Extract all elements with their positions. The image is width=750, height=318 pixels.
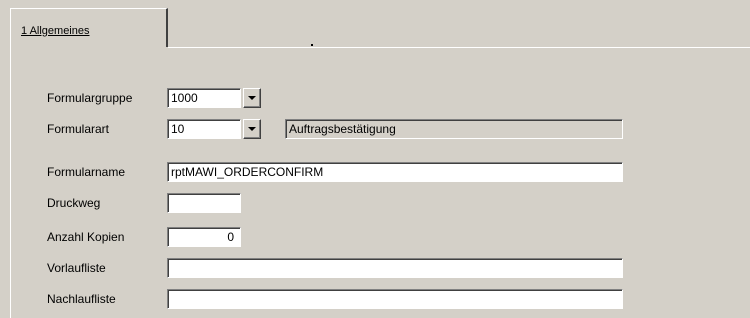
vorlaufliste-label: Vorlaufliste bbox=[47, 261, 106, 275]
nachlaufliste-label: Nachlaufliste bbox=[47, 292, 116, 306]
anzahl-kopien-input[interactable]: 0 bbox=[167, 227, 241, 247]
formularname-label: Formularname bbox=[47, 165, 126, 179]
panel-border bbox=[10, 46, 11, 318]
anzahl-kopien-label: Anzahl Kopien bbox=[47, 230, 125, 244]
formulargruppe-dropdown-button[interactable] bbox=[243, 88, 261, 108]
nachlaufliste-input[interactable] bbox=[167, 289, 623, 309]
tabstrip-divider bbox=[168, 46, 750, 48]
formularart-select[interactable]: 10 bbox=[167, 119, 241, 139]
formulargruppe-label: Formulargruppe bbox=[47, 91, 133, 105]
formulargruppe-select[interactable]: 1000 bbox=[167, 88, 241, 108]
formularart-description: Auftragsbestätigung bbox=[285, 119, 623, 139]
tabstrip-dot bbox=[311, 44, 313, 46]
formularart-dropdown-button[interactable] bbox=[243, 119, 261, 139]
tab-allgemeines[interactable]: 1 Allgemeines bbox=[10, 8, 168, 47]
druckweg-label: Druckweg bbox=[47, 196, 101, 210]
formularart-label: Formularart bbox=[47, 122, 110, 136]
tab-allgemeines-label: 1 Allgemeines bbox=[21, 25, 90, 37]
druckweg-input[interactable] bbox=[167, 193, 241, 213]
formularname-input[interactable]: rptMAWI_ORDERCONFIRM bbox=[167, 162, 623, 182]
vorlaufliste-input[interactable] bbox=[167, 258, 623, 278]
